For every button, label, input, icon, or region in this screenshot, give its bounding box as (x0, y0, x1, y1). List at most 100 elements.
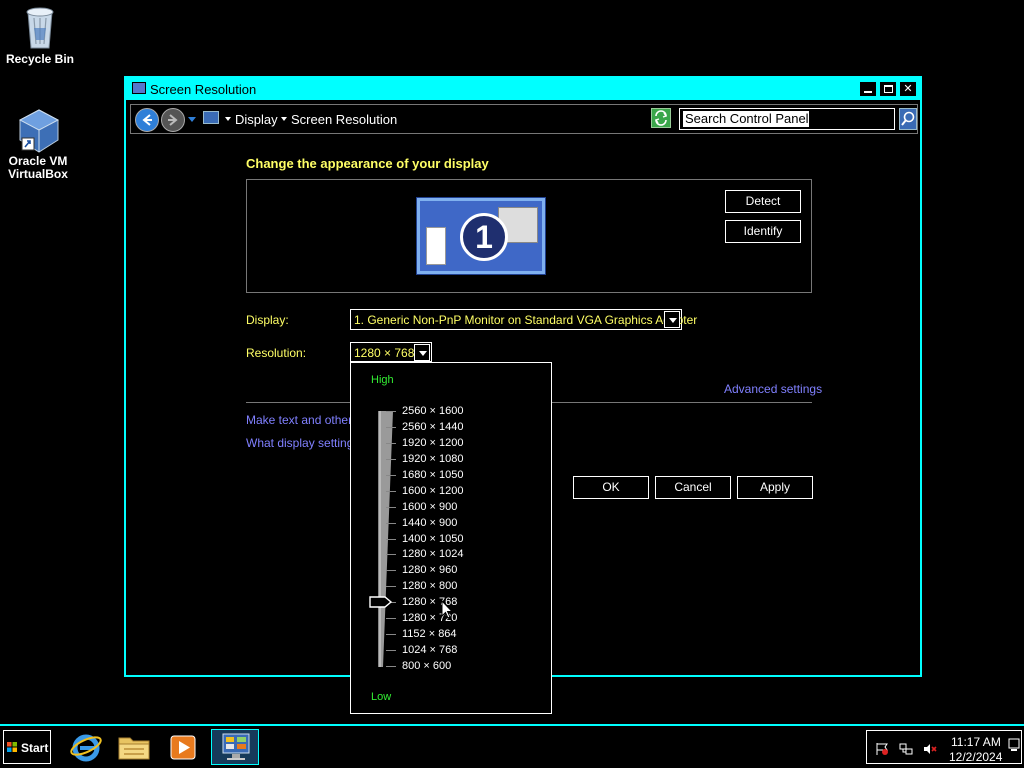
advanced-settings-link[interactable]: Advanced settings (724, 382, 822, 396)
monitor-1-thumbnail[interactable]: 1 (417, 198, 545, 274)
clock-date[interactable]: 12/2/2024 (949, 750, 1002, 764)
resolution-select[interactable]: 1280 × 768 (350, 342, 432, 362)
resolution-option[interactable]: 1680 × 1050 (402, 469, 463, 481)
monitor-arrangement-area: 1 Detect Identify (246, 179, 812, 293)
slider-tick (386, 426, 396, 428)
control-panel-icon (203, 111, 219, 124)
maximize-icon (883, 85, 893, 93)
resolution-option[interactable]: 1280 × 1024 (402, 548, 463, 560)
resolution-option[interactable]: 1024 × 768 (402, 644, 457, 656)
title-bar[interactable]: Screen Resolution ✕ (126, 78, 920, 100)
breadcrumb-screen-resolution[interactable]: Screen Resolution (291, 112, 397, 127)
display-select-value: 1. Generic Non-PnP Monitor on Standard V… (354, 313, 698, 327)
resolution-option[interactable]: 1152 × 864 (402, 628, 457, 640)
resolution-option[interactable]: 1920 × 1200 (402, 437, 463, 449)
close-icon: ✕ (903, 83, 913, 95)
search-button[interactable] (899, 108, 917, 130)
resolution-option[interactable]: 1440 × 900 (402, 517, 457, 529)
cancel-button[interactable]: Cancel (655, 476, 731, 499)
show-desktop-icon[interactable] (1008, 738, 1020, 752)
search-input[interactable]: Search Control Panel (683, 111, 809, 127)
resolution-option[interactable]: 1920 × 1080 (402, 453, 463, 465)
refresh-button[interactable] (651, 108, 671, 128)
resolution-dropdown-popup: High 2560 × 1600 2560 × 1440 1920 × 1200 19… (350, 362, 552, 714)
resolution-option[interactable]: 2560 × 1600 (402, 405, 463, 417)
system-tray: 11:17 AM 12/2/2024 (866, 730, 1022, 764)
monitor-number: 1 (460, 213, 508, 261)
monitor-window-graphic (426, 227, 446, 265)
recycle-bin-icon (20, 6, 60, 50)
chevron-down-icon (669, 318, 677, 323)
mouse-cursor-icon (441, 600, 453, 619)
display-select[interactable]: 1. Generic Non-PnP Monitor on Standard V… (350, 309, 697, 330)
search-box[interactable]: Search Control Panel (679, 108, 895, 130)
start-button[interactable]: Start (3, 730, 51, 764)
recent-pages-dropdown[interactable] (188, 117, 196, 122)
windows-logo-icon (7, 742, 17, 752)
folder-icon (118, 737, 150, 760)
clock-time[interactable]: 11:17 AM (951, 735, 1001, 749)
slider-tick (386, 490, 396, 492)
display-label: Display: (246, 313, 289, 327)
minimize-button[interactable] (860, 82, 876, 96)
slider-tick (386, 618, 396, 620)
action-center-flag-icon[interactable] (875, 743, 889, 755)
forward-button[interactable] (161, 108, 185, 132)
resolution-option[interactable]: 800 × 600 (402, 660, 451, 672)
resolution-option[interactable]: 1600 × 900 (402, 501, 457, 513)
slider-tick (386, 634, 396, 636)
resolution-select-value: 1280 × 768 (354, 346, 415, 360)
resolution-option[interactable]: 1280 × 800 (402, 580, 457, 592)
resolution-option[interactable]: 1600 × 1200 (402, 485, 463, 497)
resolution-option[interactable]: 2560 × 1440 (402, 421, 463, 433)
low-label: Low (371, 691, 392, 703)
desktop-icon-label: VirtualBox (8, 167, 68, 181)
control-panel-icon (222, 733, 250, 760)
resolution-option[interactable]: 1280 × 960 (402, 564, 457, 576)
navigation-bar: Display Screen Resolution Search Control… (130, 104, 918, 134)
slider-tick (386, 666, 396, 668)
chevron-down-icon (419, 351, 427, 356)
detect-button[interactable]: Detect (725, 190, 801, 213)
internet-explorer-icon (70, 734, 102, 762)
slider-tick (386, 522, 396, 524)
volume-muted-icon[interactable] (923, 743, 937, 755)
forward-arrow-icon (168, 114, 178, 126)
desktop-icon-virtualbox[interactable]: Oracle VM VirtualBox (0, 108, 76, 181)
apply-button[interactable]: Apply (737, 476, 813, 499)
ok-button[interactable]: OK (573, 476, 649, 499)
address-bar[interactable]: Display Screen Resolution (199, 108, 708, 130)
back-arrow-icon (142, 114, 152, 126)
display-settings-icon (132, 82, 146, 94)
back-button[interactable] (135, 108, 159, 132)
resolution-label: Resolution: (246, 346, 307, 360)
slider-tick (386, 458, 396, 460)
taskbar-control-panel[interactable] (211, 729, 259, 765)
network-icon[interactable] (899, 743, 913, 755)
breadcrumb-separator-icon (281, 117, 287, 121)
identify-button[interactable]: Identify (725, 220, 801, 243)
slider-tick (386, 411, 396, 412)
display-settings-help-link[interactable]: What display settings s (246, 436, 350, 450)
display-dropdown-button[interactable] (664, 311, 680, 328)
search-icon (901, 111, 915, 126)
slider-tick (386, 554, 396, 556)
desktop-icon-recycle-bin[interactable]: Recycle Bin (2, 6, 78, 66)
slider-thumb[interactable] (369, 596, 393, 608)
slider-tick (386, 442, 396, 444)
close-button[interactable]: ✕ (900, 82, 916, 96)
slider-tick (386, 650, 396, 652)
taskbar-file-explorer[interactable] (116, 729, 152, 765)
media-player-icon (170, 735, 196, 760)
desktop-icon-label: Recycle Bin (5, 52, 75, 66)
text-size-link[interactable]: Make text and other it (246, 413, 352, 427)
resolution-dropdown-button[interactable] (414, 344, 430, 361)
slider-tick (386, 586, 396, 588)
taskbar: Start 11:17 AM 12/2/2024 (0, 724, 1024, 768)
resolution-option[interactable]: 1400 × 1050 (402, 533, 463, 545)
maximize-button[interactable] (880, 82, 896, 96)
taskbar-media-player[interactable] (165, 729, 201, 765)
breadcrumb-display[interactable]: Display (235, 112, 278, 127)
taskbar-internet-explorer[interactable] (68, 729, 104, 765)
breadcrumb-separator-icon (225, 117, 231, 121)
